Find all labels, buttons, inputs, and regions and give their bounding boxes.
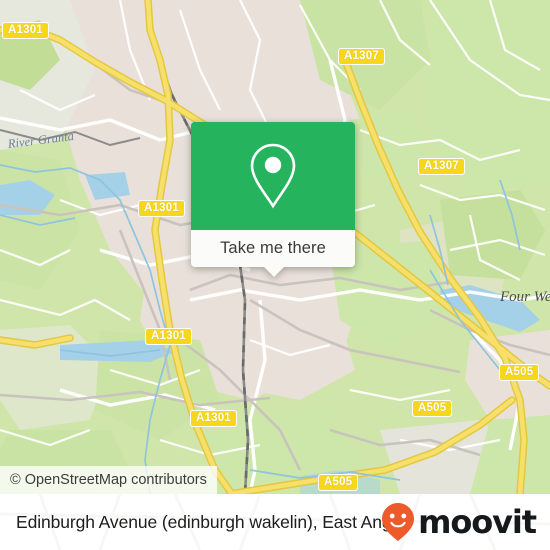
road-shield-a1307: A1307 [418, 158, 465, 175]
road-shield-a1301: A1301 [190, 410, 237, 427]
road-shield-a1301: A1301 [145, 328, 192, 345]
popup-marker-panel [191, 122, 355, 230]
moovit-smiley-pin-icon [382, 503, 415, 541]
road-shield-a505: A505 [412, 400, 453, 417]
moovit-map-screen: A1301 A1307 A1307 A1301 A1301 A1301 A505… [0, 0, 550, 550]
map-canvas[interactable]: A1301 A1307 A1307 A1301 A1301 A1301 A505… [0, 0, 550, 494]
popup-pointer-tail [263, 266, 285, 277]
place-label-four-wentways: Four Wentways [500, 289, 550, 305]
take-me-there-label: Take me there [220, 239, 326, 257]
location-title: Edinburgh Avenue (edinburgh wakelin), Ea… [16, 511, 409, 532]
map-attribution[interactable]: © OpenStreetMap contributors [0, 466, 217, 494]
road-shield-a1301: A1301 [2, 22, 49, 39]
road-shield-a505: A505 [318, 474, 359, 491]
road-shield-a1307: A1307 [338, 48, 385, 65]
take-me-there-button[interactable]: Take me there [191, 230, 355, 267]
map-pin-icon [250, 143, 296, 209]
moovit-wordmark: moovit [418, 503, 537, 541]
road-shield-a1301: A1301 [138, 200, 185, 217]
attribution-text: © OpenStreetMap contributors [10, 472, 207, 488]
footer-bar: Edinburgh Avenue (edinburgh wakelin), Ea… [0, 494, 550, 550]
road-shield-a505: A505 [499, 364, 540, 381]
moovit-brand[interactable]: moovit [381, 494, 537, 550]
location-popup-card[interactable]: Take me there [191, 122, 355, 277]
